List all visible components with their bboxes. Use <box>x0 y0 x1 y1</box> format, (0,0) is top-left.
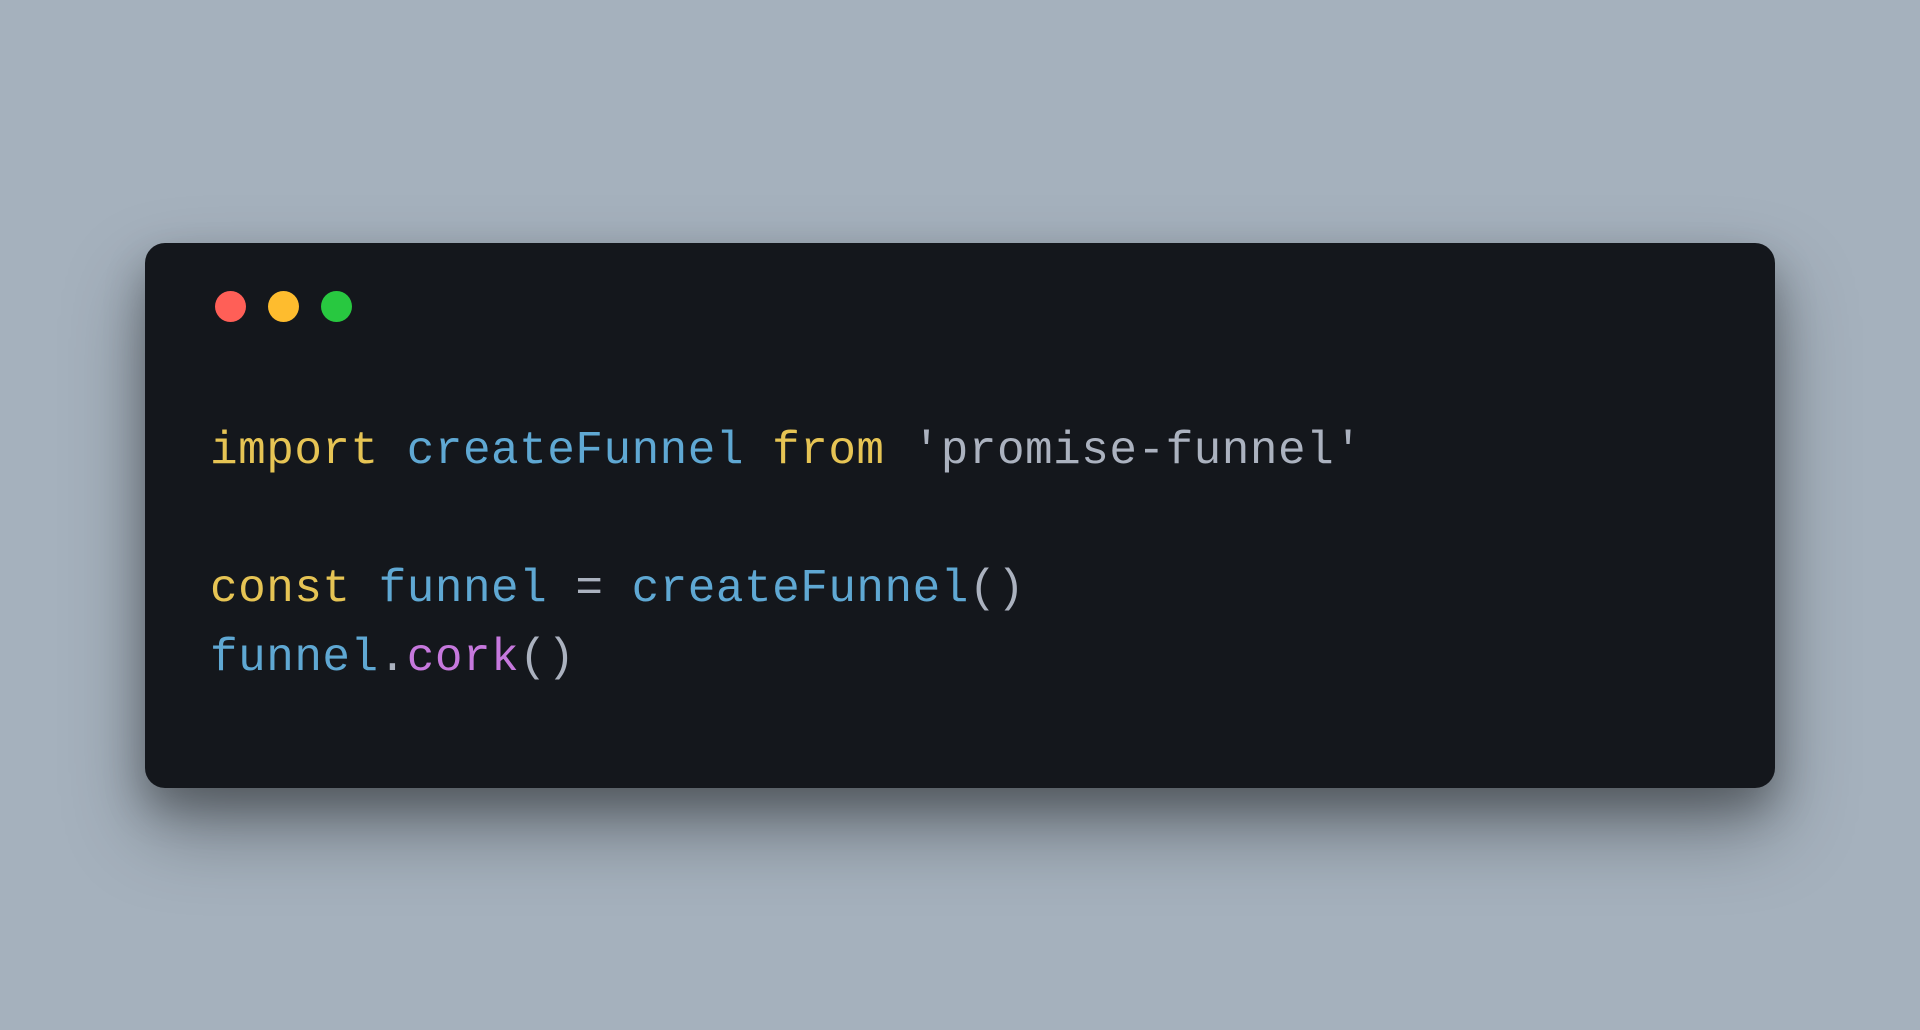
operator-equals: = <box>575 563 603 615</box>
dot-operator: . <box>379 632 407 684</box>
code-line-3: const funnel = createFunnel() <box>210 563 1025 615</box>
keyword-from: from <box>772 425 884 477</box>
code-window: import createFunnel from 'promise-funnel… <box>145 243 1775 788</box>
identifier-funnel-ref: funnel <box>210 632 379 684</box>
identifier-createFunnel: createFunnel <box>379 425 772 477</box>
traffic-lights <box>215 291 1710 322</box>
identifier-funnel: funnel <box>351 563 576 615</box>
method-cork: cork <box>407 632 519 684</box>
string-module: 'promise-funnel' <box>885 425 1363 477</box>
minimize-icon[interactable] <box>268 291 299 322</box>
parens: () <box>519 632 575 684</box>
code-content: import createFunnel from 'promise-funnel… <box>210 417 1710 693</box>
keyword-const: const <box>210 563 351 615</box>
parens: () <box>969 563 1025 615</box>
keyword-import: import <box>210 425 379 477</box>
maximize-icon[interactable] <box>321 291 352 322</box>
code-line-1: import createFunnel from 'promise-funnel… <box>210 425 1362 477</box>
identifier-createFunnel-call: createFunnel <box>603 563 968 615</box>
code-line-4: funnel.cork() <box>210 632 575 684</box>
close-icon[interactable] <box>215 291 246 322</box>
